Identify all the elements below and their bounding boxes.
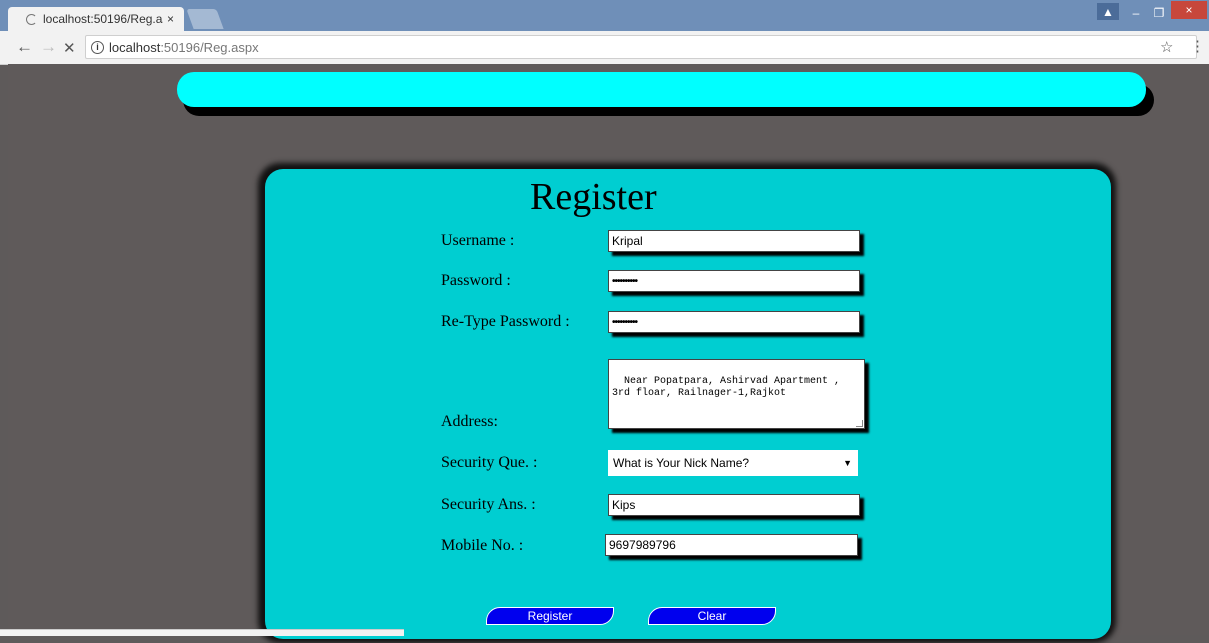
url-input[interactable]: i localhost:50196/Reg.aspx (85, 35, 1197, 59)
retype-password-label: Re-Type Password : (441, 313, 570, 330)
new-tab-button[interactable] (186, 9, 224, 29)
loading-spinner-icon (26, 13, 37, 25)
address-label: Address: (441, 413, 498, 430)
password-field[interactable]: •••••••••• (608, 270, 860, 292)
stop-loading-icon[interactable]: ✕ (63, 39, 76, 57)
clear-button[interactable]: Clear (648, 607, 776, 625)
mobile-field[interactable]: 9697989796 (605, 534, 858, 556)
retype-password-field[interactable]: •••••••••• (608, 311, 860, 333)
browser-menu-icon[interactable]: ⋮ (1190, 37, 1205, 55)
maximize-icon[interactable]: ❐ (1147, 3, 1171, 23)
site-info-icon[interactable]: i (91, 40, 104, 54)
browser-tab[interactable]: localhost:50196/Reg.aspx × (8, 7, 184, 31)
address-bar-row: ← → ✕ i localhost:50196/Reg.aspx ☆ ⋮ (0, 31, 1209, 65)
username-label: Username : (441, 232, 515, 249)
tab-title: localhost:50196/Reg.aspx (43, 12, 163, 26)
security-question-select[interactable]: What is Your Nick Name? ▼ (608, 450, 858, 476)
page-title: Register (530, 176, 657, 218)
header-banner (177, 72, 1146, 107)
minimize-icon[interactable]: – (1125, 3, 1147, 23)
browser-tabbar: localhost:50196/Reg.aspx × ▲ – ❐ × (0, 0, 1209, 31)
security-answer-label: Security Ans. : (441, 496, 536, 513)
register-button[interactable]: Register (486, 607, 614, 625)
url-path: :50196/Reg.aspx (160, 39, 259, 55)
security-answer-field[interactable]: Kips (608, 494, 860, 516)
url-host: localhost (109, 39, 161, 55)
bookmark-star-icon[interactable]: ☆ (1160, 38, 1173, 56)
username-field[interactable]: Kripal (608, 230, 860, 252)
address-textarea[interactable]: Near Popatpara, Ashirvad Apartment , 3rd… (608, 359, 865, 429)
dropdown-arrow-icon: ▼ (843, 458, 852, 468)
mobile-label: Mobile No. : (441, 537, 524, 554)
security-question-value: What is Your Nick Name? (613, 456, 750, 470)
window-close-icon[interactable]: × (1171, 1, 1207, 19)
user-profile-icon[interactable]: ▲ (1097, 3, 1119, 20)
resize-grip-icon[interactable] (856, 420, 863, 427)
tab-close-icon[interactable]: × (167, 12, 174, 26)
password-label: Password : (441, 272, 511, 289)
forward-arrow-icon[interactable]: → (40, 37, 57, 57)
address-text: Near Popatpara, Ashirvad Apartment , 3rd… (612, 376, 841, 399)
back-arrow-icon[interactable]: ← (16, 37, 33, 57)
security-question-label: Security Que. : (441, 454, 538, 471)
